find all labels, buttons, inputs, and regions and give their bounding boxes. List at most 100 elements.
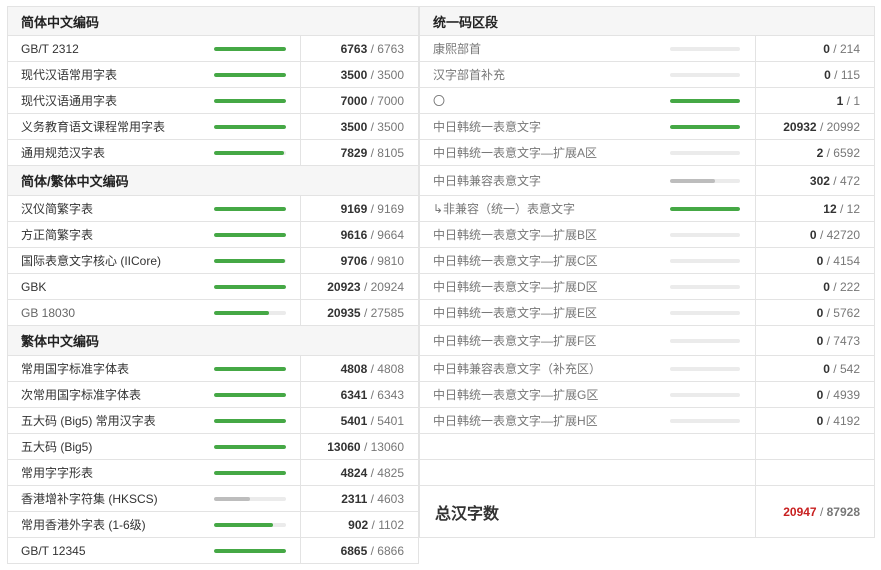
charset-row[interactable]: 中日韩统一表意文字—扩展D区 0 / 222 <box>419 274 875 300</box>
coverage-bar <box>670 151 740 155</box>
charset-row[interactable]: 常用香港外字表 (1-6级) 902 / 1102 <box>7 512 419 538</box>
charset-row[interactable]: 中日韩统一表意文字—扩展C区 0 / 4154 <box>419 248 875 274</box>
charset-row[interactable]: 中日韩统一表意文字—扩展H区 0 / 4192 <box>419 408 875 434</box>
empty-row <box>419 434 875 460</box>
charset-row[interactable]: 五大码 (Big5) 常用汉字表 5401 / 5401 <box>7 408 419 434</box>
count-separator: / <box>829 279 840 294</box>
charset-name: 通用规范汉字表 <box>21 146 106 160</box>
coverage-count: 20923 / 20924 <box>300 274 418 299</box>
coverage-count: 0 / 4192 <box>755 408 874 433</box>
covered-count: 9706 <box>340 253 368 268</box>
empty-count-cell <box>755 434 874 459</box>
charset-name: 五大码 (Big5) <box>21 440 93 454</box>
charset-row[interactable]: 汉仪简繁字表 9169 / 9169 <box>7 196 419 222</box>
charset-row[interactable]: 现代汉语常用字表 3500 / 3500 <box>7 62 419 88</box>
charset-row[interactable]: 中日韩统一表意文字—扩展F区 0 / 7473 <box>419 326 875 356</box>
coverage-bar <box>670 73 740 77</box>
charset-name: 常用香港外字表 (1-6级) <box>21 518 146 532</box>
coverage-bar <box>214 285 286 289</box>
charset-row[interactable]: 中日韩统一表意文字—扩展A区 2 / 6592 <box>419 140 875 166</box>
charset-row[interactable]: 中日韩统一表意文字—扩展E区 0 / 5762 <box>419 300 875 326</box>
charset-row[interactable]: 常用字字形表 4824 / 4825 <box>7 460 419 486</box>
coverage-bar <box>670 419 740 423</box>
total-count: 222 <box>839 279 860 294</box>
charset-name: 香港增补字符集 (HKSCS) <box>21 492 158 506</box>
total-all: 87928 <box>826 504 860 519</box>
charset-name: 现代汉语常用字表 <box>21 68 118 82</box>
charset-row[interactable]: 中日韩兼容表意文字 302 / 472 <box>419 166 875 196</box>
charset-row[interactable]: 现代汉语通用字表 7000 / 7000 <box>7 88 419 114</box>
charset-row[interactable]: 通用规范汉字表 7829 / 8105 <box>7 140 419 166</box>
charset-row[interactable]: 中日韩统一表意文字—扩展B区 0 / 42720 <box>419 222 875 248</box>
total-count: 6592 <box>833 145 860 160</box>
coverage-bar <box>670 339 740 343</box>
charset-row[interactable]: 中日韩兼容表意文字（补充区） 0 / 542 <box>419 356 875 382</box>
charset-row[interactable]: GB 18030 20935 / 27585 <box>7 300 419 326</box>
coverage-count: 9616 / 9664 <box>300 222 418 247</box>
total-count: 3500 <box>377 119 404 134</box>
charset-row[interactable]: 中日韩统一表意文字—扩展G区 0 / 4939 <box>419 382 875 408</box>
covered-count: 2 <box>816 145 824 160</box>
coverage-bar-fill <box>214 393 286 397</box>
coverage-count: 3500 / 3500 <box>300 62 418 87</box>
section-header: 简体中文编码 <box>7 6 419 36</box>
count-separator: / <box>823 305 834 320</box>
unicode-block-column: 统一码区段 康熙部首 0 / 214 汉字部首补充 0 / 115 〇 1 / 1 中日韩统一… <box>419 6 875 538</box>
covered-count: 0 <box>816 387 824 402</box>
coverage-count: 9169 / 9169 <box>300 196 418 221</box>
charset-row[interactable]: 五大码 (Big5) 13060 / 13060 <box>7 434 419 460</box>
charset-row[interactable]: GBK 20923 / 20924 <box>7 274 419 300</box>
covered-count: 0 <box>809 227 817 242</box>
charset-row[interactable]: 次常用国字标准字体表 6341 / 6343 <box>7 382 419 408</box>
covered-count: 0 <box>823 41 830 56</box>
coverage-bar <box>214 207 286 211</box>
charset-name: 方正简繁字表 <box>21 228 94 242</box>
total-count: 9810 <box>377 253 404 268</box>
coverage-count: 4824 / 4825 <box>300 460 418 485</box>
covered-count: 5401 <box>340 413 368 428</box>
covered-count: 0 <box>823 279 830 294</box>
coverage-count: 0 / 7473 <box>755 326 874 355</box>
charset-row[interactable]: 汉字部首补充 0 / 115 <box>419 62 875 88</box>
charset-row[interactable]: 〇1 / 1 <box>419 88 875 114</box>
count-separator: / <box>367 465 378 480</box>
total-count: 3500 <box>377 67 404 82</box>
charset-name: 常用国字标准字体表 <box>21 362 130 376</box>
coverage-count: 3500 / 3500 <box>300 114 418 139</box>
coverage-bar <box>214 99 286 103</box>
coverage-count: 20932 / 20992 <box>755 114 874 139</box>
charset-row[interactable]: 方正简繁字表 9616 / 9664 <box>7 222 419 248</box>
charset-row[interactable]: 康熙部首 0 / 214 <box>419 36 875 62</box>
coverage-count: 6341 / 6343 <box>300 382 418 407</box>
count-separator: / <box>823 387 834 402</box>
charset-row[interactable]: 国际表意文字核心 (IICore) 9706 / 9810 <box>7 248 419 274</box>
coverage-bar-fill <box>214 367 286 371</box>
count-separator: / <box>829 173 840 188</box>
charset-row[interactable]: ↳非兼容（统一）表意文字 12 / 12 <box>419 196 875 222</box>
coverage-count: 7829 / 8105 <box>300 140 418 165</box>
coverage-bar <box>670 99 740 103</box>
coverage-bar-fill <box>214 151 284 155</box>
empty-count-cell <box>755 460 874 485</box>
total-count: 6343 <box>377 387 404 402</box>
section-header: 统一码区段 <box>419 6 875 36</box>
charset-row[interactable]: 中日韩统一表意文字 20932 / 20992 <box>419 114 875 140</box>
charset-row[interactable]: GB/T 12345 6865 / 6866 <box>7 538 419 564</box>
charset-row[interactable]: 常用国字标准字体表 4808 / 4808 <box>7 356 419 382</box>
coverage-count: 7000 / 7000 <box>300 88 418 113</box>
coverage-bar-fill <box>214 207 286 211</box>
count-separator: / <box>829 41 840 56</box>
total-count: 9664 <box>377 227 404 242</box>
count-separator: / <box>816 504 827 519</box>
coverage-bar <box>214 311 286 315</box>
coverage-bar <box>670 311 740 315</box>
covered-count: 20923 <box>327 279 361 294</box>
charset-row[interactable]: GB/T 2312 6763 / 6763 <box>7 36 419 62</box>
coverage-count: 0 / 115 <box>755 62 874 87</box>
total-count: 20924 <box>370 279 404 294</box>
charset-row[interactable]: 香港增补字符集 (HKSCS) 2311 / 4603 <box>7 486 419 512</box>
charset-row[interactable]: 义务教育语文课程常用字表 3500 / 3500 <box>7 114 419 140</box>
total-count: 472 <box>839 173 860 188</box>
count-separator: / <box>367 491 378 506</box>
covered-count: 4808 <box>340 361 368 376</box>
